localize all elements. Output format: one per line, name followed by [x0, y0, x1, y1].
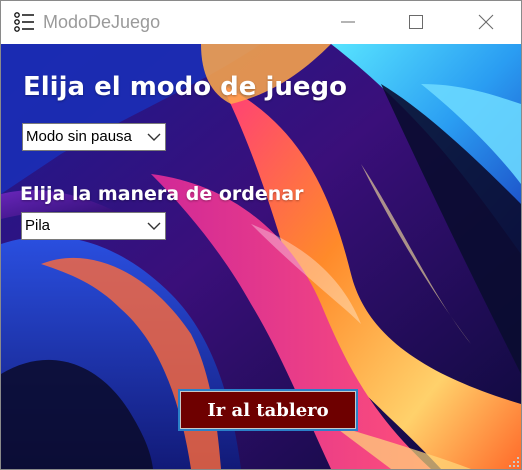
minimize-button[interactable] — [325, 1, 371, 43]
mode-heading: Elija el modo de juego — [23, 72, 347, 102]
list-icon — [14, 12, 34, 32]
chevron-down-icon — [147, 133, 161, 141]
order-method-select[interactable]: Pila — [21, 212, 166, 240]
game-mode-selected-value: Modo sin pausa — [26, 128, 132, 145]
order-heading: Elija la manera de ordenar — [20, 183, 304, 205]
title-bar[interactable]: ModoDeJuego — [1, 1, 521, 43]
close-button[interactable] — [463, 1, 509, 43]
minimize-icon — [341, 21, 355, 23]
game-mode-select[interactable]: Modo sin pausa — [22, 123, 166, 151]
window-title: ModoDeJuego — [43, 12, 161, 32]
close-icon — [478, 14, 494, 30]
maximize-button[interactable] — [393, 1, 439, 43]
maximize-icon — [409, 15, 423, 29]
go-to-board-label: Ir al tablero — [207, 400, 329, 421]
form-client-area: Elija el modo de juego Modo sin pausa El… — [1, 44, 521, 469]
chevron-down-icon — [147, 222, 161, 230]
order-method-selected-value: Pila — [25, 217, 51, 234]
resize-grip-icon[interactable] — [508, 456, 520, 468]
go-to-board-button[interactable]: Ir al tablero — [178, 389, 358, 431]
app-window: ModoDeJuego Elija el modo de juego Modo … — [0, 0, 522, 470]
